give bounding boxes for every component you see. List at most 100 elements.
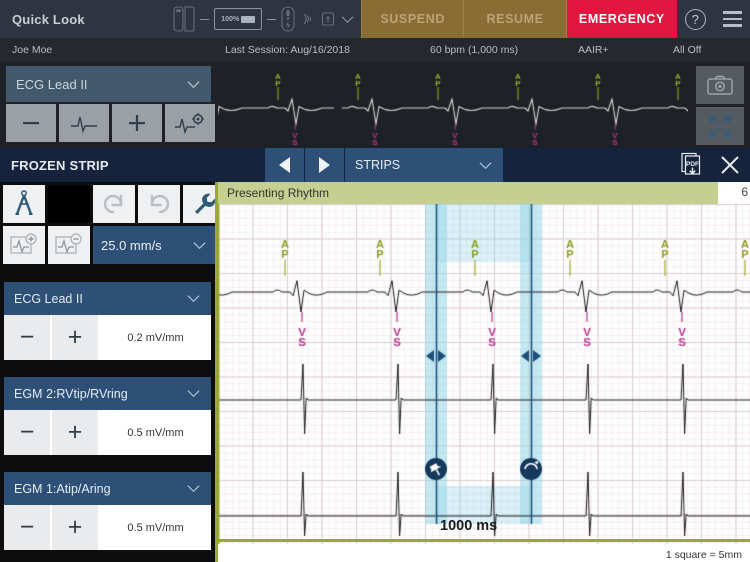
previous-strip-button[interactable] <box>265 148 305 182</box>
strips-dropdown[interactable]: STRIPS <box>345 148 503 182</box>
menu-line <box>722 24 742 27</box>
therapy-status: All Off <box>673 44 702 56</box>
caliper-tool-button[interactable] <box>3 185 45 223</box>
minus-icon <box>23 122 39 125</box>
undo-icon <box>103 194 123 214</box>
live-action-buttons <box>696 66 744 145</box>
waveform-settings-button[interactable] <box>165 104 215 142</box>
chevron-down-icon <box>187 80 200 88</box>
menu-line <box>722 17 742 21</box>
live-lead-selector[interactable]: ECG Lead II <box>6 66 211 102</box>
wrench-icon <box>195 193 216 214</box>
live-lead-controls <box>6 104 215 142</box>
gain-decrease-button[interactable] <box>6 104 56 142</box>
battery-icon: 100% <box>214 8 263 30</box>
waveform-icon <box>71 116 97 134</box>
wand-icon <box>281 6 295 32</box>
channel-panel-1: EGM 2:RVtip/RVring − + 0.5 mV/mm <box>0 377 212 455</box>
zoom-in-waveform-button[interactable] <box>3 226 45 264</box>
strip-tools-panel: 25.0 mm/s ECG Lead II − + 0.2 mV/mm EGM … <box>0 182 225 562</box>
channel-gain-value-0: 0.2 mV/mm <box>127 331 184 344</box>
channel-name-2: EGM 1:Atip/Aring <box>14 481 111 496</box>
zoom-out-waveform-icon <box>55 233 82 255</box>
waveform-button[interactable] <box>59 104 109 142</box>
patient-name: Joe Moe <box>12 44 53 56</box>
channel-gain-decrease-0[interactable]: − <box>4 315 52 360</box>
strip-bottom-border <box>218 539 750 542</box>
channel-gain-increase-0[interactable]: + <box>52 315 100 360</box>
zoom-in-waveform-icon <box>10 233 37 255</box>
tool-row-secondary: 25.0 mm/s <box>3 226 215 264</box>
suspend-button[interactable]: SUSPEND <box>361 0 465 38</box>
chevron-down-icon <box>193 241 206 249</box>
hamburger-menu-button[interactable] <box>714 0 750 38</box>
sweep-speed-dropdown[interactable]: 25.0 mm/s <box>93 226 215 264</box>
channel-selector-1[interactable]: EGM 2:RVtip/RVring <box>4 377 211 410</box>
connector-dash-2 <box>267 18 277 20</box>
next-strip-button[interactable] <box>305 148 345 182</box>
waveform-settings-icon <box>175 113 204 135</box>
sweep-speed-value: 25.0 mm/s <box>101 237 162 253</box>
undo-button[interactable] <box>93 185 135 223</box>
arrow-right-icon <box>319 157 330 173</box>
device-status-cluster: 100% <box>173 6 361 32</box>
magnet-icon <box>322 12 335 26</box>
pacemaker-programmer-screen: Quick Look 100% SUSPEND RESUME EMERGENCY… <box>0 0 750 562</box>
rhythm-title: Presenting Rhythm <box>227 186 330 200</box>
heart-rate: 60 bpm (1,000 ms) <box>430 44 519 56</box>
chevron-down-icon <box>187 390 200 398</box>
plus-icon <box>129 115 145 131</box>
arrow-left-icon <box>279 157 290 173</box>
scale-legend: 1 square = 5mm <box>665 549 742 561</box>
menu-line <box>722 11 742 14</box>
telemetry-icon <box>303 13 312 25</box>
zoom-out-waveform-button[interactable] <box>48 226 90 264</box>
help-button[interactable]: ? <box>676 0 715 38</box>
strips-dropdown-label: STRIPS <box>355 158 401 172</box>
battery-percent: 100% <box>221 15 240 23</box>
quick-look-title: Quick Look <box>12 11 85 27</box>
frozen-strip-area: Presenting Rhythm 6 1 square = 5mm <box>215 182 750 562</box>
export-pdf-button[interactable]: PDF <box>676 148 710 182</box>
frozen-strip-toolbar: FROZEN STRIP STRIPS PDF <box>0 148 750 182</box>
chevron-down-icon <box>187 295 200 303</box>
device-icon <box>173 6 195 32</box>
redo-button[interactable] <box>138 185 180 223</box>
close-icon <box>721 156 739 174</box>
question-mark-icon: ? <box>685 8 707 30</box>
channel-gain-value-1: 0.5 mV/mm <box>127 426 184 439</box>
channel-gain-value-2: 0.5 mV/mm <box>127 521 184 534</box>
expand-button[interactable] <box>696 107 744 145</box>
snapshot-button[interactable] <box>696 66 744 104</box>
redo-icon <box>150 194 170 214</box>
connector-dash <box>200 18 210 20</box>
channel-panel-0: ECG Lead II − + 0.2 mV/mm <box>0 282 212 360</box>
channel-gain-decrease-2[interactable]: − <box>4 505 52 550</box>
tool-slot-empty <box>48 185 90 223</box>
channel-panel-2: EGM 1:Atip/Aring − + 0.5 mV/mm <box>0 472 212 550</box>
channel-selector-0[interactable]: ECG Lead II <box>4 282 211 315</box>
channel-name-0: ECG Lead II <box>14 291 83 306</box>
chevron-down-icon <box>187 485 200 493</box>
channel-gain-decrease-1[interactable]: − <box>4 410 52 455</box>
channel-gain-controls-0: − + 0.2 mV/mm <box>4 315 211 360</box>
channel-gain-increase-2[interactable]: + <box>52 505 100 550</box>
battery-level-bar <box>241 15 256 23</box>
channel-name-1: EGM 2:RVtip/RVring <box>14 386 128 401</box>
camera-icon <box>707 75 733 95</box>
resume-button[interactable]: RESUME <box>464 0 567 38</box>
chevron-down-icon[interactable] <box>340 12 355 27</box>
strip-grid-canvas[interactable] <box>218 204 750 544</box>
frozen-strip-title: FROZEN STRIP <box>11 157 109 173</box>
last-session: Last Session: Aug/16/2018 <box>225 44 350 56</box>
tool-row-primary <box>3 185 225 223</box>
close-frozen-strip-button[interactable] <box>710 148 750 182</box>
emergency-button[interactable]: EMERGENCY <box>567 0 677 38</box>
live-lead-label: ECG Lead II <box>16 76 88 92</box>
gain-increase-button[interactable] <box>112 104 162 142</box>
pacing-mode: AAIR+ <box>578 44 609 56</box>
caliper-measurement-label: 1000 ms <box>440 518 498 534</box>
pdf-download-icon: PDF <box>681 152 701 175</box>
channel-selector-2[interactable]: EGM 1:Atip/Aring <box>4 472 211 505</box>
channel-gain-increase-1[interactable]: + <box>52 410 100 455</box>
